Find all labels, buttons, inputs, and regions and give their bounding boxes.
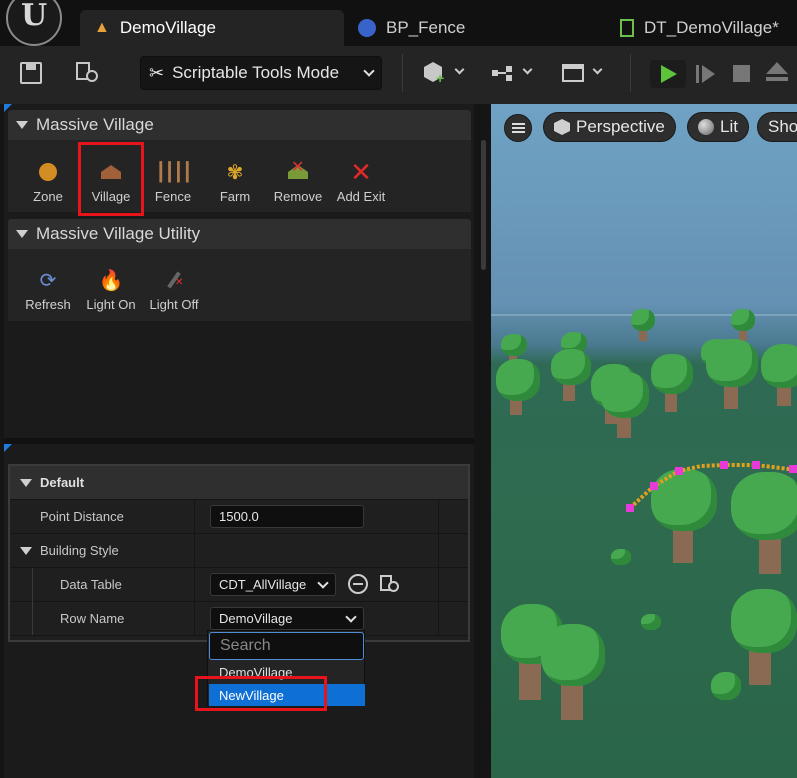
row-building-style[interactable]: Building Style (10, 534, 468, 568)
tool-label: Fence (154, 189, 192, 204)
toolbar-divider (630, 54, 631, 92)
perspective-button[interactable]: Perspective (543, 112, 676, 142)
point-distance-input[interactable]: 1500.0 (210, 505, 364, 528)
panel-splitter[interactable] (4, 438, 474, 444)
panel-corner-marker (4, 444, 12, 452)
remove-house-icon: ✕ (285, 159, 311, 185)
highlight-box (195, 676, 327, 711)
panel-scrollbar[interactable] (481, 140, 486, 270)
mode-label: Scriptable Tools Mode (172, 63, 340, 82)
tool-light-on[interactable]: 🔥 Light On (80, 256, 142, 316)
collapse-arrow-icon (20, 479, 32, 487)
tool-fence[interactable]: ┃┃┃┃ Fence (142, 148, 204, 208)
viewport-menu-button[interactable] (504, 114, 532, 142)
dropdown-search-input[interactable]: Search (209, 632, 364, 660)
property-label: Point Distance (40, 509, 124, 524)
torch-lit-icon: 🔥 (98, 269, 124, 292)
sphere-icon (698, 119, 714, 135)
chevron-down-icon (345, 611, 357, 623)
property-label: Data Table (60, 577, 122, 592)
tab-bp-fence[interactable]: BP_Fence (344, 10, 606, 46)
tool-label: Light On (86, 297, 136, 312)
chevron-down-icon (317, 577, 329, 589)
hamburger-icon (512, 123, 525, 133)
collapse-arrow-icon (16, 230, 28, 238)
clapperboard-icon (562, 64, 584, 82)
tab-label: DemoVillage (119, 18, 216, 37)
show-button[interactable]: Sho (757, 112, 797, 142)
level-icon: ▲ (94, 19, 110, 36)
property-label: Building Style (40, 543, 119, 558)
perspective-label: Perspective (576, 117, 665, 136)
toolbar-divider (402, 54, 403, 92)
use-selected-icon[interactable] (348, 574, 368, 594)
browse-asset-icon[interactable] (380, 573, 402, 595)
row-name-value: DemoVillage (219, 611, 293, 626)
lit-label: Lit (720, 117, 738, 136)
wrench-icon: ✂ (149, 62, 165, 83)
tool-label: Refresh (25, 297, 71, 312)
fence-icon: ┃┃┃┃ (155, 161, 192, 182)
tab-dt-demovillage[interactable]: DT_DemoVillage* (606, 10, 797, 46)
data-table-icon (620, 19, 634, 37)
data-table-value: CDT_AllVillage (219, 577, 307, 592)
tool-farm[interactable]: ✾ Farm (204, 148, 266, 208)
collapse-arrow-icon (20, 547, 32, 555)
tool-refresh[interactable]: ⟳ Refresh (17, 256, 79, 316)
village-house-icon (98, 159, 124, 185)
stop-icon[interactable] (733, 65, 750, 82)
category-label: Default (40, 475, 85, 490)
node-graph-icon (492, 66, 514, 81)
tab-demovillage[interactable]: ▲ DemoVillage (80, 10, 344, 46)
blueprint-icon (358, 19, 376, 37)
data-table-combo[interactable]: CDT_AllVillage (210, 573, 336, 596)
details-panel: Default Point Distance 1500.0 Building S… (8, 464, 470, 642)
category-title: Massive Village Utility (36, 224, 201, 243)
massive-village-utility-header[interactable]: Massive Village Utility (8, 219, 471, 249)
village-spline[interactable] (491, 104, 797, 778)
play-button[interactable] (650, 60, 686, 88)
skip-frame-icon[interactable] (696, 65, 718, 83)
add-actor-button[interactable]: + (422, 60, 468, 88)
category-default[interactable]: Default (10, 466, 468, 500)
tool-add-exit[interactable]: ✕ Add Exit (330, 148, 392, 208)
tab-label: DT_DemoVillage* (644, 18, 779, 37)
tool-label: Farm (219, 189, 251, 204)
eject-icon[interactable] (766, 62, 788, 84)
zone-icon (35, 159, 61, 185)
tool-village[interactable]: Village (80, 148, 142, 208)
tool-label: Remove (273, 189, 323, 204)
cinematics-button[interactable] (560, 60, 606, 88)
torch-off-icon: ✕ (161, 267, 187, 293)
lit-button[interactable]: Lit (687, 112, 749, 142)
tool-label: Light Off (149, 297, 199, 312)
category-title: Massive Village (36, 115, 154, 134)
cube-icon (554, 119, 570, 135)
tab-label: BP_Fence (386, 18, 466, 37)
massive-village-header[interactable]: Massive Village (8, 110, 471, 140)
tool-remove[interactable]: ✕ Remove (267, 148, 329, 208)
collapse-arrow-icon (16, 121, 28, 129)
tool-label: Zone (33, 189, 63, 204)
tool-label: Village (91, 189, 131, 204)
show-label: Sho (768, 117, 797, 136)
tool-light-off[interactable]: ✕ Light Off (143, 256, 205, 316)
tool-label: Add Exit (336, 189, 386, 204)
blueprint-menu-button[interactable] (492, 60, 538, 88)
mode-selector-button[interactable]: ✂ Scriptable Tools Mode (140, 56, 382, 90)
red-x-icon: ✕ (350, 156, 372, 187)
refresh-icon: ⟳ (39, 269, 57, 292)
browse-content-icon[interactable] (76, 60, 100, 86)
play-icon (661, 65, 677, 83)
row-point-distance: Point Distance 1500.0 (10, 500, 468, 534)
row-name-combo[interactable]: DemoVillage (210, 607, 364, 630)
row-data-table: Data Table CDT_AllVillage (10, 568, 468, 636)
chevron-down-icon (363, 65, 375, 77)
save-icon[interactable] (20, 62, 42, 84)
search-placeholder: Search (220, 637, 271, 654)
wheat-icon: ✾ (226, 161, 244, 184)
property-label: Row Name (60, 611, 125, 626)
tool-zone[interactable]: Zone (17, 148, 79, 208)
level-viewport[interactable]: Perspective Lit Sho (491, 104, 797, 778)
